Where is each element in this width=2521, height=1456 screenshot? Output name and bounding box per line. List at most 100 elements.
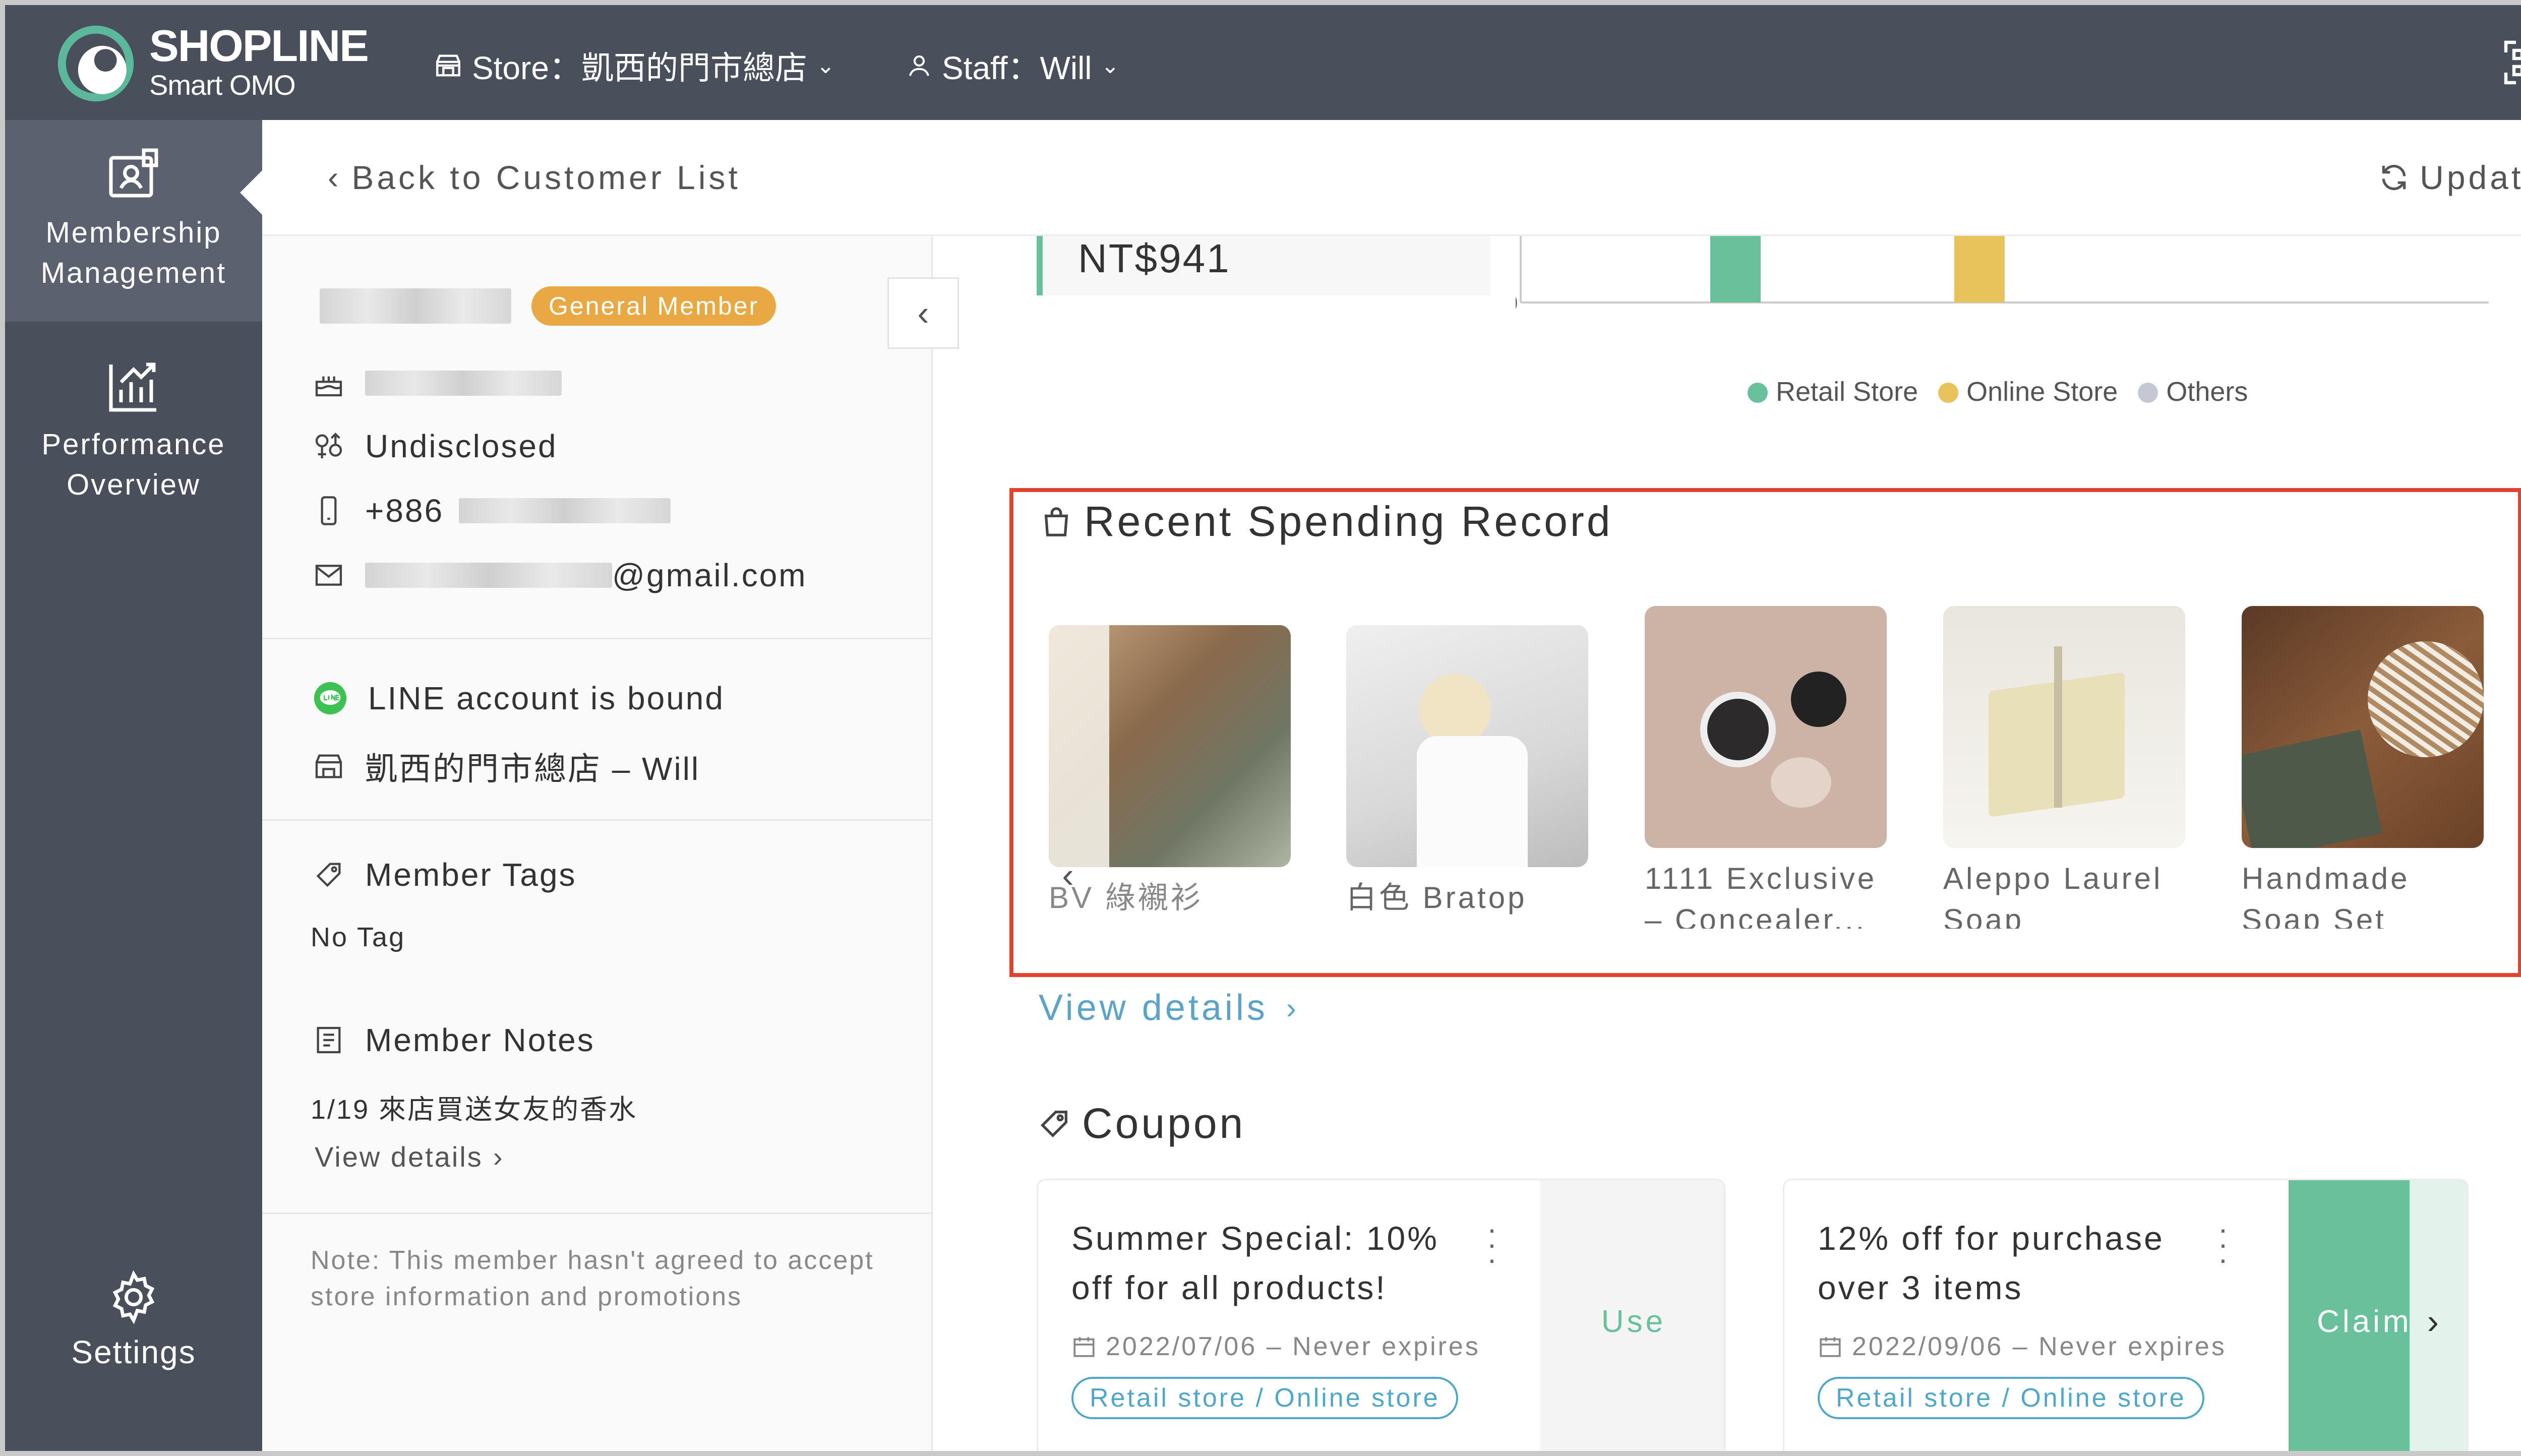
brand-name: SHOPLINE bbox=[149, 21, 369, 71]
chevron-left-icon: ‹ bbox=[328, 159, 342, 196]
phone-prefix: +886 bbox=[365, 493, 444, 529]
product-card[interactable]: BV 綠襯衫 bbox=[1049, 625, 1291, 919]
nav-label: Performance bbox=[41, 428, 226, 461]
page-header: ‹ Back to Customer List Update bbox=[262, 120, 2521, 236]
chevron-down-icon: ⌄ bbox=[1101, 53, 1120, 78]
coupon-claim-button[interactable]: Claim › bbox=[2289, 1180, 2467, 1451]
product-card[interactable]: Handmade Soap Set bbox=[2242, 606, 2484, 929]
active-indicator bbox=[240, 170, 262, 215]
nav-settings[interactable]: Settings bbox=[5, 1269, 262, 1401]
product-carousel[interactable]: BV 綠襯衫 白色 Bratop 1111 Exclusive – Concea… bbox=[1013, 606, 2518, 929]
phone-row: +886 bbox=[313, 492, 671, 529]
recent-spending-section: Recent Spending Record BV 綠襯衫 白色 Bratop bbox=[1009, 488, 2521, 977]
name-row: General Member bbox=[320, 286, 776, 326]
more-options-icon[interactable]: · · · bbox=[2218, 1214, 2228, 1275]
notes-title: Member Notes bbox=[365, 1022, 595, 1058]
shopline-logo bbox=[57, 25, 134, 102]
product-card[interactable]: Aleppo Laurel Soap bbox=[1943, 606, 2185, 929]
product-card[interactable]: 1111 Exclusive – Concealer... bbox=[1645, 606, 1887, 929]
redacted-birthday bbox=[365, 371, 562, 396]
legend-label: Retail Store bbox=[1776, 377, 1918, 407]
staff-selector[interactable]: Staff：Will ⌄ bbox=[906, 42, 1119, 89]
consent-note: Note: This member hasn't agreed to accep… bbox=[311, 1246, 874, 1311]
channel-chart: 0 bbox=[1516, 236, 2489, 316]
nav-performance-overview[interactable]: Performance Overview bbox=[5, 342, 262, 523]
store-staff-row: 凱西的門市總店 – Will bbox=[313, 743, 700, 790]
product-image bbox=[1645, 606, 1887, 848]
notes-value: 1/19 來店買送女友的香水 bbox=[311, 1095, 638, 1125]
nav-membership-management[interactable]: Membership Management bbox=[5, 120, 262, 322]
image-detail bbox=[2368, 641, 2484, 757]
mail-icon bbox=[315, 565, 342, 586]
image-overlay bbox=[1049, 625, 1109, 867]
tags-notes: Member Tags No Tag Member Notes 1/19 來店買… bbox=[262, 821, 933, 1214]
product-card[interactable]: 白色 Bratop bbox=[1346, 625, 1588, 919]
legend-label: Online Store bbox=[1966, 377, 2118, 407]
top-bar: SHOPLINE Smart OMO Store：凱西的門市總店 ⌄ Staff… bbox=[5, 5, 2521, 120]
coupon-use-button[interactable]: Use bbox=[1540, 1180, 1724, 1451]
product-image bbox=[2242, 606, 2484, 848]
gender-icon bbox=[315, 432, 342, 458]
app-window: SHOPLINE Smart OMO Store：凱西的門市總店 ⌄ Staff… bbox=[0, 0, 2521, 1456]
store-staff: 凱西的門市總店 – Will bbox=[365, 751, 700, 787]
coupon-title: Coupon bbox=[1082, 1100, 1246, 1147]
member-card-icon bbox=[109, 148, 158, 198]
tags-title-row: Member Tags bbox=[313, 856, 577, 893]
product-name: 1111 Exclusive – Concealer... bbox=[1645, 862, 1877, 929]
qr-scan-icon[interactable] bbox=[2502, 38, 2521, 87]
coupon-card: 12% off for purchase over 3 items · · · 20… bbox=[1783, 1179, 2469, 1451]
notes-view-details[interactable]: View details › bbox=[315, 1140, 504, 1173]
main-content: NT$941 0 Retail Store Online Store Other… bbox=[961, 236, 2521, 1451]
legend-dot bbox=[1938, 383, 1959, 403]
redacted-email bbox=[365, 563, 612, 588]
recent-title-row: Recent Spending Record bbox=[1039, 497, 1613, 546]
product-image bbox=[1943, 606, 2185, 848]
product-image bbox=[1049, 625, 1291, 867]
carousel-prev-button[interactable]: ‹ bbox=[1053, 850, 1083, 900]
nav-label: Overview bbox=[67, 468, 201, 501]
redacted-phone bbox=[459, 498, 671, 523]
coupon-channel-tag: Retail store / Online store bbox=[1071, 1377, 1458, 1419]
legend-dot bbox=[2138, 383, 2158, 403]
notes-title-row: Member Notes bbox=[313, 1021, 595, 1059]
view-details-label: View details bbox=[1039, 988, 1268, 1028]
bar-online-store bbox=[1954, 236, 2005, 302]
recent-view-details-link[interactable]: View details › bbox=[1039, 987, 1299, 1028]
line-status-row: LINE account is bound bbox=[313, 680, 725, 717]
back-label: Back to Customer List bbox=[351, 159, 741, 196]
calendar-icon bbox=[1820, 1337, 1841, 1357]
cake-icon bbox=[315, 376, 342, 397]
email-row: @gmail.com bbox=[313, 557, 807, 594]
nav-label: Management bbox=[40, 257, 227, 289]
image-detail bbox=[1771, 757, 1831, 808]
note-icon bbox=[317, 1026, 341, 1054]
store-icon bbox=[436, 54, 460, 77]
update-button[interactable]: Update bbox=[2378, 158, 2521, 197]
notes-link-label: View details bbox=[315, 1141, 483, 1173]
store-icon bbox=[315, 754, 342, 778]
phone-icon bbox=[321, 496, 337, 525]
image-detail bbox=[2242, 730, 2382, 848]
product-name: BV 綠襯衫 bbox=[1049, 881, 1204, 915]
product-name: Aleppo Laurel Soap bbox=[1943, 862, 2163, 929]
coupon-card: Summer Special: 10% off for all products… bbox=[1037, 1179, 1725, 1451]
profile-panel: General Member Undisclosed +886 @gmail.c… bbox=[262, 236, 933, 1451]
image-detail bbox=[1700, 692, 1776, 767]
product-name: 白色 Bratop bbox=[1346, 881, 1527, 915]
shopping-bag-icon bbox=[1044, 507, 1068, 536]
store-label: Store：凱西的門市總店 bbox=[472, 50, 807, 86]
gender-row: Undisclosed bbox=[313, 428, 558, 465]
more-options-icon[interactable]: · · · bbox=[1487, 1214, 1497, 1275]
profile-basic-info: General Member Undisclosed +886 @gmail.c… bbox=[262, 236, 933, 639]
coupon-channel-tag: Retail store / Online store bbox=[1818, 1377, 2204, 1419]
bar-retail-store bbox=[1710, 236, 1761, 302]
email-value: @gmail.com bbox=[365, 557, 807, 594]
back-link[interactable]: ‹ Back to Customer List bbox=[328, 158, 741, 197]
collapse-panel-button[interactable]: ‹ bbox=[887, 277, 959, 349]
chevron-right-icon: › bbox=[1286, 991, 1299, 1025]
settings-label: Settings bbox=[71, 1334, 196, 1370]
line-icon bbox=[314, 682, 347, 715]
update-label: Update bbox=[2420, 159, 2521, 196]
tag-icon bbox=[1040, 1110, 1067, 1137]
store-selector[interactable]: Store：凱西的門市總店 ⌄ bbox=[434, 42, 835, 89]
